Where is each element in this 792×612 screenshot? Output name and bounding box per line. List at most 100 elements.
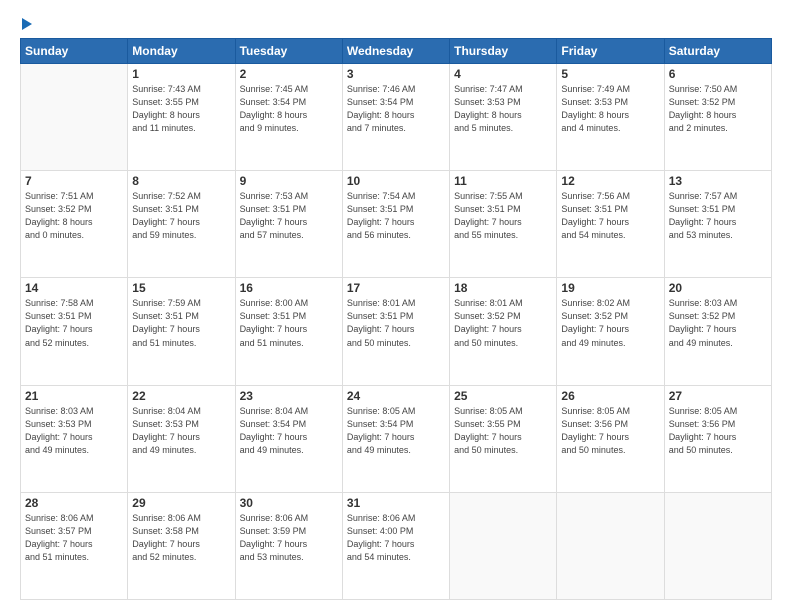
day-number: 20: [669, 281, 767, 295]
day-info: Sunrise: 7:51 AM Sunset: 3:52 PM Dayligh…: [25, 190, 123, 242]
day-info: Sunrise: 8:03 AM Sunset: 3:53 PM Dayligh…: [25, 405, 123, 457]
calendar-cell: 30 Sunrise: 8:06 AM Sunset: 3:59 PM Dayli…: [235, 492, 342, 599]
day-number: 19: [561, 281, 659, 295]
day-number: 6: [669, 67, 767, 81]
day-info: Sunrise: 8:01 AM Sunset: 3:52 PM Dayligh…: [454, 297, 552, 349]
day-info: Sunrise: 8:05 AM Sunset: 3:56 PM Dayligh…: [669, 405, 767, 457]
calendar-cell: 28 Sunrise: 8:06 AM Sunset: 3:57 PM Dayli…: [21, 492, 128, 599]
calendar-cell: 22Sunrise: 8:04 AM Sunset: 3:53 PM Dayli…: [128, 385, 235, 492]
day-info: Sunrise: 7:47 AM Sunset: 3:53 PM Dayligh…: [454, 83, 552, 135]
calendar-cell: 11 Sunrise: 7:55 AM Sunset: 3:51 PM Dayli…: [450, 171, 557, 278]
day-number: 30: [240, 496, 338, 510]
day-info: Sunrise: 8:03 AM Sunset: 3:52 PM Dayligh…: [669, 297, 767, 349]
day-number: 8: [132, 174, 230, 188]
logo-triangle-icon: [22, 18, 32, 30]
day-number: 5: [561, 67, 659, 81]
day-info: Sunrise: 7:43 AM Sunset: 3:55 PM Dayligh…: [132, 83, 230, 135]
day-number: 17: [347, 281, 445, 295]
day-number: 9: [240, 174, 338, 188]
day-number: 28: [25, 496, 123, 510]
day-number: 24: [347, 389, 445, 403]
calendar-cell: 16 Sunrise: 8:00 AM Sunset: 3:51 PM Dayli…: [235, 278, 342, 385]
calendar-cell: 23 Sunrise: 8:04 AM Sunset: 3:54 PM Dayli…: [235, 385, 342, 492]
day-info: Sunrise: 8:06 AM Sunset: 3:59 PM Dayligh…: [240, 512, 338, 564]
day-info: Sunrise: 8:00 AM Sunset: 3:51 PM Dayligh…: [240, 297, 338, 349]
calendar-cell: 10Sunrise: 7:54 AM Sunset: 3:51 PM Dayli…: [342, 171, 449, 278]
calendar-cell: 7 Sunrise: 7:51 AM Sunset: 3:52 PM Daylig…: [21, 171, 128, 278]
calendar-cell: 26Sunrise: 8:05 AM Sunset: 3:56 PM Dayli…: [557, 385, 664, 492]
calendar-cell: [450, 492, 557, 599]
calendar-header-sunday: Sunday: [21, 39, 128, 64]
day-info: Sunrise: 7:52 AM Sunset: 3:51 PM Dayligh…: [132, 190, 230, 242]
calendar-cell: 29 Sunrise: 8:06 AM Sunset: 3:58 PM Dayli…: [128, 492, 235, 599]
calendar-cell: 15 Sunrise: 7:59 AM Sunset: 3:51 PM Dayli…: [128, 278, 235, 385]
calendar-header-saturday: Saturday: [664, 39, 771, 64]
day-info: Sunrise: 7:56 AM Sunset: 3:51 PM Dayligh…: [561, 190, 659, 242]
day-info: Sunrise: 7:50 AM Sunset: 3:52 PM Dayligh…: [669, 83, 767, 135]
day-info: Sunrise: 8:02 AM Sunset: 3:52 PM Dayligh…: [561, 297, 659, 349]
day-info: Sunrise: 7:55 AM Sunset: 3:51 PM Dayligh…: [454, 190, 552, 242]
calendar-cell: 13Sunrise: 7:57 AM Sunset: 3:51 PM Dayli…: [664, 171, 771, 278]
day-number: 11: [454, 174, 552, 188]
calendar-week-2: 7 Sunrise: 7:51 AM Sunset: 3:52 PM Daylig…: [21, 171, 772, 278]
day-number: 15: [132, 281, 230, 295]
calendar-cell: 4Sunrise: 7:47 AM Sunset: 3:53 PM Daylig…: [450, 64, 557, 171]
day-number: 7: [25, 174, 123, 188]
day-number: 29: [132, 496, 230, 510]
calendar-cell: [664, 492, 771, 599]
day-info: Sunrise: 7:49 AM Sunset: 3:53 PM Dayligh…: [561, 83, 659, 135]
calendar-cell: 2 Sunrise: 7:45 AM Sunset: 3:54 PM Daylig…: [235, 64, 342, 171]
day-number: 27: [669, 389, 767, 403]
calendar-header-thursday: Thursday: [450, 39, 557, 64]
calendar-cell: 8 Sunrise: 7:52 AM Sunset: 3:51 PM Daylig…: [128, 171, 235, 278]
day-info: Sunrise: 7:45 AM Sunset: 3:54 PM Dayligh…: [240, 83, 338, 135]
day-info: Sunrise: 8:06 AM Sunset: 3:57 PM Dayligh…: [25, 512, 123, 564]
day-number: 31: [347, 496, 445, 510]
day-info: Sunrise: 8:06 AM Sunset: 3:58 PM Dayligh…: [132, 512, 230, 564]
calendar-week-3: 14Sunrise: 7:58 AM Sunset: 3:51 PM Dayli…: [21, 278, 772, 385]
calendar-cell: [557, 492, 664, 599]
calendar-cell: 25 Sunrise: 8:05 AM Sunset: 3:55 PM Dayli…: [450, 385, 557, 492]
calendar-cell: 9 Sunrise: 7:53 AM Sunset: 3:51 PM Daylig…: [235, 171, 342, 278]
calendar-week-1: 1 Sunrise: 7:43 AM Sunset: 3:55 PM Daylig…: [21, 64, 772, 171]
day-info: Sunrise: 8:05 AM Sunset: 3:54 PM Dayligh…: [347, 405, 445, 457]
day-number: 2: [240, 67, 338, 81]
calendar-cell: 20 Sunrise: 8:03 AM Sunset: 3:52 PM Dayli…: [664, 278, 771, 385]
logo: [20, 18, 32, 30]
day-info: Sunrise: 7:57 AM Sunset: 3:51 PM Dayligh…: [669, 190, 767, 242]
day-number: 23: [240, 389, 338, 403]
header: [20, 18, 772, 30]
day-number: 25: [454, 389, 552, 403]
calendar-header-wednesday: Wednesday: [342, 39, 449, 64]
day-number: 10: [347, 174, 445, 188]
day-info: Sunrise: 7:53 AM Sunset: 3:51 PM Dayligh…: [240, 190, 338, 242]
calendar-cell: 31Sunrise: 8:06 AM Sunset: 4:00 PM Dayli…: [342, 492, 449, 599]
day-number: 1: [132, 67, 230, 81]
calendar-table: SundayMondayTuesdayWednesdayThursdayFrid…: [20, 38, 772, 600]
calendar-page: SundayMondayTuesdayWednesdayThursdayFrid…: [0, 0, 792, 612]
calendar-cell: 5 Sunrise: 7:49 AM Sunset: 3:53 PM Daylig…: [557, 64, 664, 171]
calendar-header-monday: Monday: [128, 39, 235, 64]
calendar-week-5: 28 Sunrise: 8:06 AM Sunset: 3:57 PM Dayli…: [21, 492, 772, 599]
calendar-cell: 3Sunrise: 7:46 AM Sunset: 3:54 PM Daylig…: [342, 64, 449, 171]
calendar-header-row: SundayMondayTuesdayWednesdayThursdayFrid…: [21, 39, 772, 64]
calendar-cell: 1 Sunrise: 7:43 AM Sunset: 3:55 PM Daylig…: [128, 64, 235, 171]
day-info: Sunrise: 8:01 AM Sunset: 3:51 PM Dayligh…: [347, 297, 445, 349]
day-info: Sunrise: 7:58 AM Sunset: 3:51 PM Dayligh…: [25, 297, 123, 349]
calendar-cell: 6 Sunrise: 7:50 AM Sunset: 3:52 PM Daylig…: [664, 64, 771, 171]
day-number: 26: [561, 389, 659, 403]
day-number: 22: [132, 389, 230, 403]
calendar-cell: 14Sunrise: 7:58 AM Sunset: 3:51 PM Dayli…: [21, 278, 128, 385]
day-info: Sunrise: 8:04 AM Sunset: 3:54 PM Dayligh…: [240, 405, 338, 457]
calendar-header-friday: Friday: [557, 39, 664, 64]
day-number: 16: [240, 281, 338, 295]
day-info: Sunrise: 7:59 AM Sunset: 3:51 PM Dayligh…: [132, 297, 230, 349]
day-number: 21: [25, 389, 123, 403]
day-info: Sunrise: 8:05 AM Sunset: 3:55 PM Dayligh…: [454, 405, 552, 457]
calendar-cell: 21 Sunrise: 8:03 AM Sunset: 3:53 PM Dayli…: [21, 385, 128, 492]
calendar-cell: [21, 64, 128, 171]
calendar-cell: 27 Sunrise: 8:05 AM Sunset: 3:56 PM Dayli…: [664, 385, 771, 492]
day-number: 3: [347, 67, 445, 81]
day-number: 18: [454, 281, 552, 295]
logo-blue-container: [20, 18, 32, 30]
